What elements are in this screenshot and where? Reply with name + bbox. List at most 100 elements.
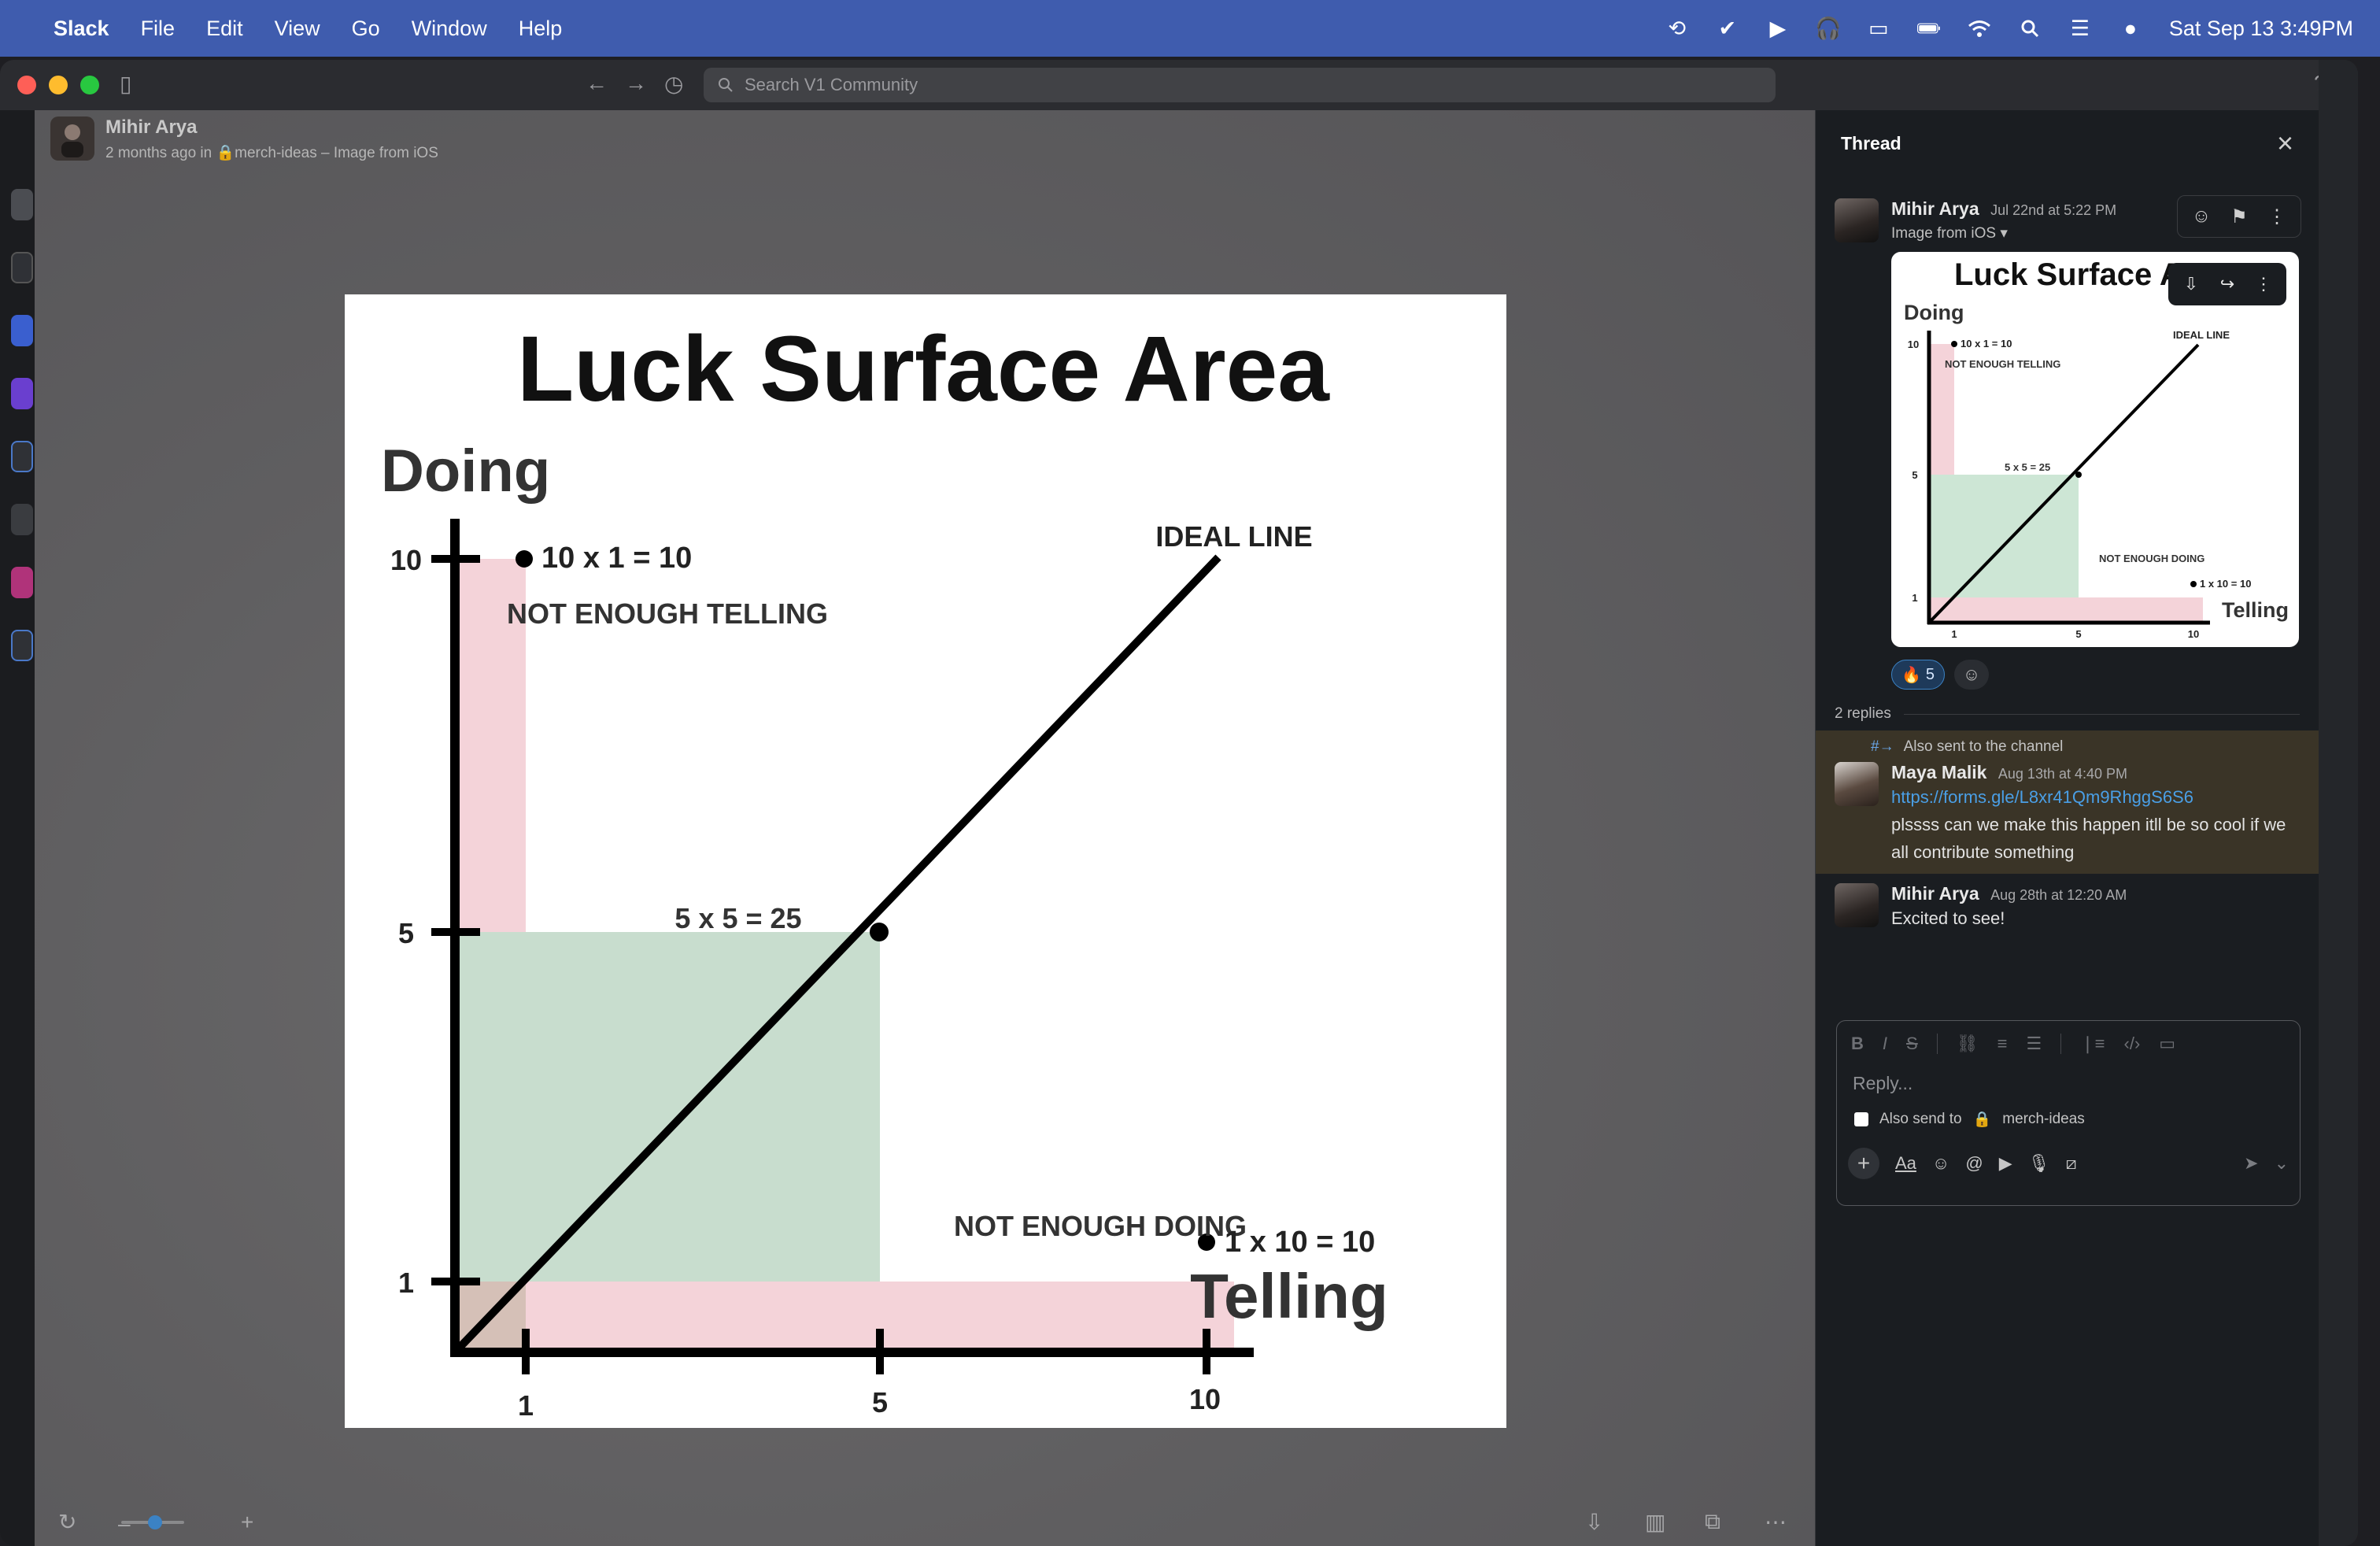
full-image[interactable]: Luck Surface Area Doing Telling IDEAL LI…: [345, 294, 1506, 1428]
thumb-telling-label: NOT ENOUGH TELLING: [1945, 358, 2060, 370]
siri-icon[interactable]: ●: [2119, 17, 2142, 40]
workspace-icon[interactable]: [11, 378, 33, 409]
display-icon[interactable]: ▭: [1867, 17, 1890, 40]
link-icon[interactable]: ⛓: [1957, 1034, 1979, 1054]
text-format-icon[interactable]: Aa: [1895, 1153, 1916, 1174]
message-timestamp[interactable]: Aug 28th at 12:20 AM: [1990, 887, 2127, 903]
image-thumbnail[interactable]: Luck Surface Area Doing Telling IDEAL LI…: [1891, 252, 2299, 647]
emoji-icon[interactable]: ☺: [1932, 1153, 1949, 1174]
message-author[interactable]: Mihir Arya: [1891, 883, 1979, 904]
caret-down-icon[interactable]: ▾: [2000, 225, 2008, 242]
code-icon[interactable]: ‹/›: [2124, 1034, 2141, 1054]
more-options-icon[interactable]: ⋮: [2247, 268, 2280, 301]
bookmark-icon[interactable]: ⚑: [2222, 201, 2256, 232]
message-timestamp[interactable]: Jul 22nd at 5:22 PM: [1990, 202, 2116, 218]
download-icon[interactable]: ⇩: [1585, 1509, 1603, 1535]
share-icon[interactable]: ↪: [2211, 268, 2244, 301]
workspace-icon[interactable]: [11, 441, 33, 472]
menu-app-name[interactable]: Slack: [54, 17, 109, 41]
workspace-icon[interactable]: [11, 189, 33, 220]
headphones-icon[interactable]: 🎧: [1815, 17, 1842, 40]
avatar[interactable]: [50, 117, 94, 161]
menu-clock[interactable]: Sat Sep 13 3:49PM: [2169, 17, 2353, 41]
reply-input[interactable]: Reply...: [1837, 1067, 2300, 1100]
copy-icon[interactable]: ⧉: [1705, 1509, 1720, 1535]
wifi-icon[interactable]: [1968, 17, 1991, 40]
maximize-window-button[interactable]: [80, 76, 99, 94]
close-icon[interactable]: ×: [2277, 129, 2293, 157]
message-timestamp[interactable]: Aug 13th at 4:40 PM: [1998, 766, 2127, 782]
reaction-fire[interactable]: 🔥 5: [1891, 660, 1946, 690]
spotlight-search-icon[interactable]: [2018, 17, 2042, 40]
send-icon[interactable]: ➤: [2244, 1153, 2258, 1174]
menu-go[interactable]: Go: [352, 17, 380, 41]
forward-arrow-icon[interactable]: →: [625, 71, 647, 96]
rotate-icon[interactable]: ↻: [58, 1509, 76, 1535]
workspace-icon[interactable]: [11, 315, 33, 346]
back-arrow-icon[interactable]: ←: [586, 71, 608, 96]
search-input[interactable]: Search V1 Community: [704, 68, 1776, 102]
time-machine-icon[interactable]: ⟲: [1665, 17, 1689, 40]
viewer-author[interactable]: Mihir Arya: [105, 117, 438, 139]
plus-icon[interactable]: +: [1848, 1148, 1879, 1179]
message-link[interactable]: https://forms.gle/L8xr41Qm9RhggS6S6: [1891, 783, 2297, 811]
reply-message[interactable]: Mihir Arya Aug 28th at 12:20 AM Excited …: [1816, 883, 2319, 932]
chevron-down-icon[interactable]: ⌄: [2275, 1153, 2289, 1174]
menu-window[interactable]: Window: [412, 17, 487, 41]
sidebar-toggle-icon[interactable]: ▯: [120, 71, 131, 97]
zoom-out-icon[interactable]: –: [118, 1511, 131, 1537]
play-icon[interactable]: ▶: [1766, 17, 1790, 40]
add-reaction-icon[interactable]: ☺: [2184, 201, 2219, 232]
highlighted-reply[interactable]: #→ Also sent to the channel Maya Malik A…: [1816, 730, 2319, 874]
download-icon[interactable]: ⇩: [2175, 268, 2208, 301]
more-options-icon[interactable]: ⋮: [2260, 201, 2294, 232]
menu-edit[interactable]: Edit: [206, 17, 243, 41]
shortcut-icon[interactable]: ⧄: [2066, 1153, 2077, 1174]
blockquote-icon[interactable]: ❘≡: [2080, 1034, 2105, 1054]
add-reaction-icon[interactable]: ☺: [1954, 660, 1990, 690]
video-icon[interactable]: ▶: [1999, 1153, 2012, 1174]
menu-file[interactable]: File: [141, 17, 176, 41]
code-block-icon[interactable]: ▭: [2159, 1034, 2175, 1054]
mention-icon[interactable]: @: [1965, 1153, 1983, 1174]
strikethrough-icon[interactable]: S: [1906, 1034, 1918, 1054]
thread-root-message[interactable]: Mihir Arya Jul 22nd at 5:22 PM Image fro…: [1816, 195, 2319, 690]
close-window-button[interactable]: [17, 76, 36, 94]
numbered-list-icon[interactable]: ≡: [1998, 1034, 2008, 1054]
message-author[interactable]: Mihir Arya: [1891, 198, 1979, 219]
workspace-icon[interactable]: [11, 252, 33, 283]
avatar[interactable]: [1835, 198, 1879, 242]
minimize-window-button[interactable]: [49, 76, 68, 94]
bold-icon[interactable]: B: [1851, 1034, 1864, 1054]
checkmark-circle-icon[interactable]: ✔: [1716, 17, 1739, 40]
also-send-checkbox[interactable]: [1854, 1112, 1868, 1126]
split-view-icon[interactable]: ▥: [1645, 1509, 1665, 1535]
control-center-icon[interactable]: ☰: [2068, 17, 2092, 40]
battery-icon[interactable]: [1916, 17, 1941, 40]
history-icon[interactable]: ◷: [664, 71, 683, 97]
menu-view[interactable]: View: [275, 17, 320, 41]
avatar[interactable]: [1835, 762, 1879, 806]
viewer-channel[interactable]: merch-ideas: [235, 145, 317, 161]
not-enough-doing-label: NOT ENOUGH DOING: [954, 1210, 1247, 1242]
avatar[interactable]: [1835, 883, 1879, 927]
divider: [2060, 1034, 2062, 1054]
reply-message[interactable]: Maya Malik Aug 13th at 4:40 PM https://f…: [1816, 762, 2319, 866]
menu-help[interactable]: Help: [519, 17, 563, 41]
workspace-icon[interactable]: [11, 567, 33, 598]
workspace-icon[interactable]: [11, 504, 33, 535]
reactions: 🔥 5 ☺: [1891, 660, 2299, 690]
microphone-icon[interactable]: 🎙: [2028, 1153, 2050, 1174]
zoom-slider-handle[interactable]: [148, 1515, 162, 1529]
search-icon: [719, 78, 733, 92]
more-options-icon[interactable]: ⋯: [1765, 1509, 1787, 1535]
zoom-in-icon[interactable]: +: [241, 1510, 253, 1535]
thread-header: Thread ×: [1816, 110, 2319, 176]
bulleted-list-icon[interactable]: ☰: [2026, 1034, 2042, 1054]
fire-icon: 🔥: [1901, 666, 1921, 684]
italic-icon[interactable]: I: [1883, 1034, 1887, 1054]
workspace-icon[interactable]: [11, 630, 33, 661]
message-author[interactable]: Maya Malik: [1891, 762, 1986, 782]
thread-title: Thread: [1841, 132, 1901, 153]
composer-actions: + Aa ☺ @ ▶ 🎙 ⧄ ➤ ⌄: [1837, 1138, 2300, 1189]
